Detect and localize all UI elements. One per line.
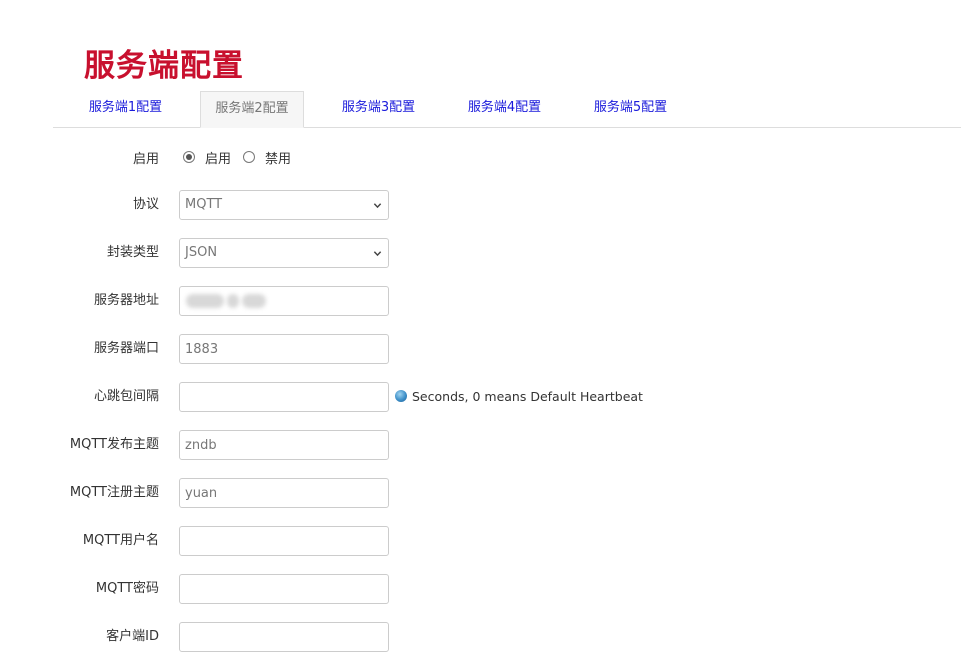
tab-server-4[interactable]: 服务端4配置 [452,91,557,127]
client-id-label: 客户端ID [106,629,159,644]
publish-topic-input[interactable] [179,430,389,460]
enable-label: 启用 [132,152,159,167]
tab-server-1[interactable]: 服务端1配置 [73,91,178,127]
server-address-input[interactable] [179,286,389,316]
protocol-label: 协议 [132,197,159,212]
form-row-username: MQTT用户名 [0,526,968,556]
chevron-down-icon [373,203,382,209]
password-label: MQTT密码 [95,581,159,596]
tab-server-3[interactable]: 服务端3配置 [326,91,431,127]
enable-radio-group: 启用 禁用 [183,145,303,175]
form-row-encap-type: 封装类型 JSON [0,238,968,268]
tab-bar: 服务端1配置 服务端2配置 服务端3配置 服务端4配置 服务端5配置 [53,91,961,128]
enable-off-label[interactable]: 禁用 [265,145,291,175]
page-title: 服务端配置 [84,48,244,84]
tab-server-5[interactable]: 服务端5配置 [578,91,683,127]
redacted-address [186,294,266,308]
server-port-input[interactable] [179,334,389,364]
form-row-protocol: 协议 MQTT [0,190,968,220]
tab-server-2[interactable]: 服务端2配置 [200,91,304,128]
encap-type-select[interactable]: JSON [179,238,389,268]
heartbeat-input[interactable] [179,382,389,412]
username-label: MQTT用户名 [82,533,159,548]
server-address-label: 服务器地址 [93,293,159,308]
password-input[interactable] [179,574,389,604]
info-circle-icon [395,389,407,402]
form-row-server-address: 服务器地址 [0,286,968,316]
heartbeat-label: 心跳包间隔 [93,389,159,404]
client-id-input[interactable] [179,622,389,652]
encap-type-label: 封装类型 [106,245,159,260]
page: 服务端配置 服务端1配置 服务端2配置 服务端3配置 服务端4配置 服务端5配置… [0,0,968,655]
protocol-selected-value: MQTT [185,197,223,212]
server-port-label: 服务器端口 [93,341,159,356]
heartbeat-hint: Seconds, 0 means Default Heartbeat [395,382,643,412]
form-row-heartbeat: 心跳包间隔 Seconds, 0 means Default Heartbeat [0,382,968,412]
enable-on-label[interactable]: 启用 [205,145,231,175]
enable-on-radio[interactable] [183,150,195,163]
chevron-down-icon [373,251,382,257]
username-input[interactable] [179,526,389,556]
heartbeat-hint-text: Seconds, 0 means Default Heartbeat [412,389,643,404]
enable-off-radio[interactable] [243,150,256,163]
register-topic-input[interactable] [179,478,389,508]
form-row-server-port: 服务器端口 [0,334,968,364]
publish-topic-label: MQTT发布主题 [69,437,159,452]
encap-type-selected-value: JSON [185,245,218,260]
form-row-client-id: 客户端ID [0,622,968,652]
form-row-publish-topic: MQTT发布主题 [0,430,968,460]
form-row-enable: 启用 启用 禁用 [0,145,968,175]
form-row-password: MQTT密码 [0,574,968,604]
form-row-register-topic: MQTT注册主题 [0,478,968,508]
protocol-select[interactable]: MQTT [179,190,389,220]
register-topic-label: MQTT注册主题 [69,485,159,500]
